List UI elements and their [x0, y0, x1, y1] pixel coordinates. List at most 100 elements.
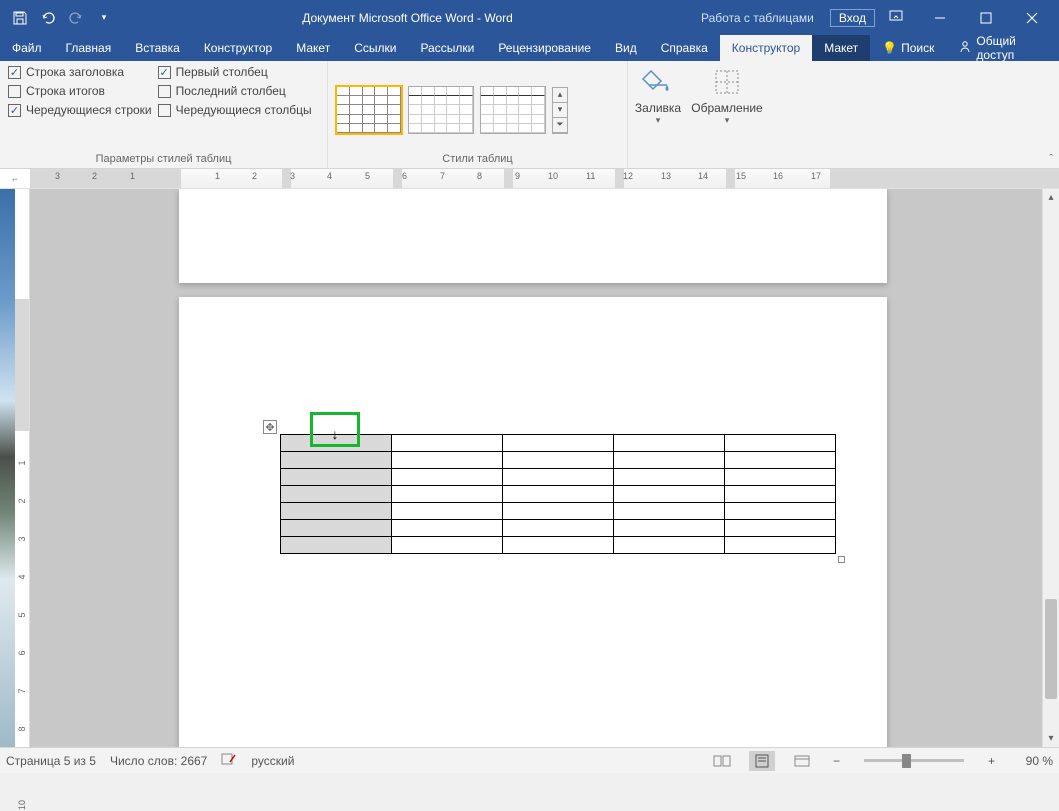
tab-mailings[interactable]: Рассылки [408, 35, 486, 61]
table-cell[interactable] [503, 469, 614, 486]
table-cell[interactable] [725, 537, 836, 554]
tab-table-design[interactable]: Конструктор [720, 35, 812, 61]
ruler-tick: 9 [515, 171, 520, 181]
minimize-button[interactable] [917, 0, 963, 35]
styles-scroll-down[interactable]: ▾ [553, 103, 567, 118]
table-cell[interactable] [614, 452, 725, 469]
table-cell[interactable] [614, 520, 725, 537]
table-cell[interactable] [392, 435, 503, 452]
tab-design-doc[interactable]: Конструктор [192, 35, 284, 61]
check-first-col[interactable]: ✓Первый столбец [158, 65, 312, 79]
table-cell[interactable] [503, 486, 614, 503]
close-button[interactable] [1009, 0, 1055, 35]
share-button[interactable]: Общий доступ [946, 35, 1059, 61]
tab-help[interactable]: Справка [649, 35, 720, 61]
check-total-row[interactable]: Строка итогов [8, 84, 152, 98]
check-banded-cols[interactable]: Чередующиеся столбцы [158, 103, 312, 117]
table-resize-handle[interactable] [838, 556, 845, 563]
horizontal-ruler[interactable]: 3211234567891011121314151617 [30, 169, 1059, 188]
table-cell[interactable] [281, 537, 392, 554]
table-cell[interactable] [392, 520, 503, 537]
tab-layout-doc[interactable]: Макет [284, 35, 342, 61]
check-banded-rows[interactable]: ✓Чередующиеся строки [8, 103, 152, 117]
table-cell[interactable] [614, 469, 725, 486]
styles-more-button[interactable]: ⏷ [553, 118, 567, 133]
tab-view[interactable]: Вид [603, 35, 649, 61]
table-cell[interactable] [503, 520, 614, 537]
table-cell[interactable] [281, 486, 392, 503]
proofing-icon[interactable] [221, 752, 237, 769]
table-cell[interactable] [503, 503, 614, 520]
zoom-slider[interactable] [864, 759, 964, 762]
tab-home[interactable]: Главная [54, 35, 124, 61]
table-style-plain-1[interactable] [408, 86, 474, 134]
tab-table-layout[interactable]: Макет [812, 35, 870, 61]
table-cell[interactable] [281, 452, 392, 469]
table-style-grid[interactable] [336, 86, 402, 134]
table-cell[interactable] [503, 435, 614, 452]
table-cell[interactable] [281, 503, 392, 520]
vertical-ruler[interactable]: 12345678910 [15, 189, 30, 747]
status-page[interactable]: Страница 5 из 5 [6, 754, 96, 768]
table-cell[interactable] [281, 435, 392, 452]
status-language[interactable]: русский [251, 754, 294, 768]
table-cell[interactable] [614, 486, 725, 503]
scroll-down-button[interactable]: ▾ [1043, 730, 1059, 747]
table-move-handle[interactable]: ✥ [263, 420, 277, 434]
view-web-layout[interactable] [789, 751, 815, 771]
table-cell[interactable] [281, 520, 392, 537]
signin-button[interactable]: Вход [830, 9, 875, 27]
table-cell[interactable] [392, 503, 503, 520]
check-last-col[interactable]: Последний столбец [158, 84, 312, 98]
collapse-ribbon-button[interactable]: ˆ [1049, 153, 1053, 165]
table-style-plain-2[interactable] [480, 86, 546, 134]
vertical-scrollbar[interactable]: ▴ ▾ [1042, 189, 1059, 747]
borders-button[interactable]: Обрамление ▾ [688, 61, 766, 168]
view-read-mode[interactable] [709, 751, 735, 771]
check-header-row[interactable]: ✓Строка заголовка [8, 65, 152, 79]
redo-button[interactable] [66, 8, 86, 28]
maximize-button[interactable] [963, 0, 1009, 35]
table-cell[interactable] [281, 469, 392, 486]
table-cell[interactable] [503, 537, 614, 554]
table-cell[interactable] [725, 435, 836, 452]
status-words[interactable]: Число слов: 2667 [110, 754, 207, 768]
scroll-up-button[interactable]: ▴ [1043, 189, 1059, 206]
table-cell[interactable] [503, 452, 614, 469]
zoom-in-button[interactable]: + [984, 754, 999, 768]
view-print-layout[interactable] [749, 751, 775, 771]
shading-button[interactable]: Заливка ▾ [628, 61, 688, 168]
table-cell[interactable] [392, 537, 503, 554]
vruler-tick: 8 [17, 723, 27, 735]
table-cell[interactable] [725, 486, 836, 503]
table-cell[interactable] [392, 486, 503, 503]
table-cell[interactable] [725, 452, 836, 469]
table-cell[interactable] [725, 503, 836, 520]
save-button[interactable] [10, 8, 30, 28]
tab-references[interactable]: Ссылки [342, 35, 408, 61]
table-cell[interactable] [725, 520, 836, 537]
tab-file[interactable]: Файл [0, 35, 54, 61]
document-viewport[interactable]: ✥ ▴ ▾ [30, 189, 1059, 747]
zoom-level[interactable]: 90 % [1013, 754, 1053, 768]
styles-scroll-up[interactable]: ▴ [553, 88, 567, 103]
ruler-tick: 3 [55, 171, 60, 181]
qat-customize-icon[interactable]: ▾ [94, 8, 114, 28]
scrollbar-thumb[interactable] [1045, 599, 1057, 699]
user-table[interactable] [280, 434, 836, 554]
undo-button[interactable] [38, 8, 58, 28]
tab-review[interactable]: Рецензирование [486, 35, 603, 61]
zoom-slider-handle[interactable] [902, 754, 911, 768]
search-button[interactable]: 💡 Поиск [870, 35, 946, 61]
ribbon-display-options-icon[interactable] [889, 9, 903, 26]
tab-insert[interactable]: Вставка [123, 35, 192, 61]
table-cell[interactable] [614, 503, 725, 520]
table-cell[interactable] [614, 435, 725, 452]
ruler-tick: 2 [92, 171, 97, 181]
table-cell[interactable] [725, 469, 836, 486]
table-cell[interactable] [614, 537, 725, 554]
table-cell[interactable] [392, 452, 503, 469]
table-cell[interactable] [392, 469, 503, 486]
zoom-out-button[interactable]: − [829, 754, 844, 768]
vruler-tick: 6 [17, 647, 27, 659]
